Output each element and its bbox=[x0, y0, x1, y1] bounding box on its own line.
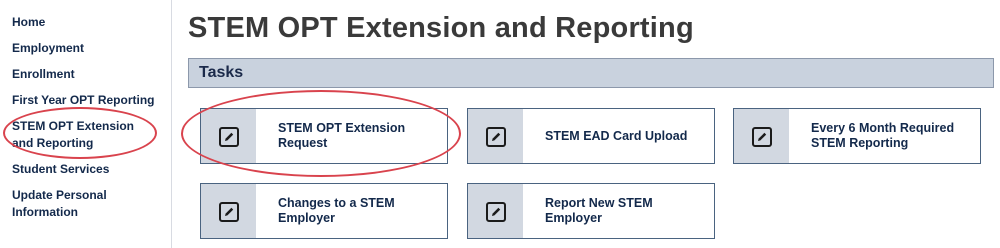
edit-icon bbox=[752, 127, 772, 147]
edit-icon bbox=[486, 202, 506, 222]
task-every-6-month-required-stem-reporting[interactable]: Every 6 Month Required STEM Reporting bbox=[733, 108, 981, 164]
sidebar-item-student-services[interactable]: Student Services bbox=[12, 161, 162, 178]
sidebar-item-update-personal-information[interactable]: Update Personal Information bbox=[12, 187, 132, 221]
main-content: STEM OPT Extension and Reporting Tasks S… bbox=[188, 0, 1000, 248]
sidebar-item-enrollment[interactable]: Enrollment bbox=[12, 66, 162, 83]
task-label: Changes to a STEM Employer bbox=[278, 196, 395, 225]
task-icon-panel bbox=[734, 109, 789, 163]
sidebar-nav: Home Employment Enrollment First Year OP… bbox=[0, 0, 172, 248]
sidebar-item-employment[interactable]: Employment bbox=[12, 40, 162, 57]
task-icon-panel bbox=[468, 184, 523, 238]
task-label: STEM EAD Card Upload bbox=[545, 128, 688, 143]
task-label: STEM OPT Extension Request bbox=[278, 121, 406, 150]
task-stem-ead-card-upload[interactable]: STEM EAD Card Upload bbox=[467, 108, 715, 164]
sidebar-item-home[interactable]: Home bbox=[12, 14, 162, 31]
tasks-section-title: Tasks bbox=[199, 64, 244, 81]
task-report-new-stem-employer[interactable]: Report New STEM Employer bbox=[467, 183, 715, 239]
task-icon-panel bbox=[201, 184, 256, 238]
sidebar-item-first-year-opt-reporting[interactable]: First Year OPT Reporting bbox=[12, 92, 162, 109]
task-stem-opt-extension-request[interactable]: STEM OPT Extension Request bbox=[200, 108, 448, 164]
tasks-section-header: Tasks bbox=[188, 58, 994, 88]
task-changes-to-a-stem-employer[interactable]: Changes to a STEM Employer bbox=[200, 183, 448, 239]
edit-icon bbox=[219, 127, 239, 147]
edit-icon bbox=[486, 127, 506, 147]
task-label: Every 6 Month Required STEM Reporting bbox=[811, 121, 955, 150]
task-icon-panel bbox=[201, 109, 256, 163]
edit-icon bbox=[219, 202, 239, 222]
page-title: STEM OPT Extension and Reporting bbox=[188, 12, 694, 44]
task-icon-panel bbox=[468, 109, 523, 163]
sidebar-item-stem-opt-extension-and-reporting[interactable]: STEM OPT Extension and Reporting bbox=[12, 118, 154, 152]
task-label: Report New STEM Employer bbox=[545, 196, 653, 225]
